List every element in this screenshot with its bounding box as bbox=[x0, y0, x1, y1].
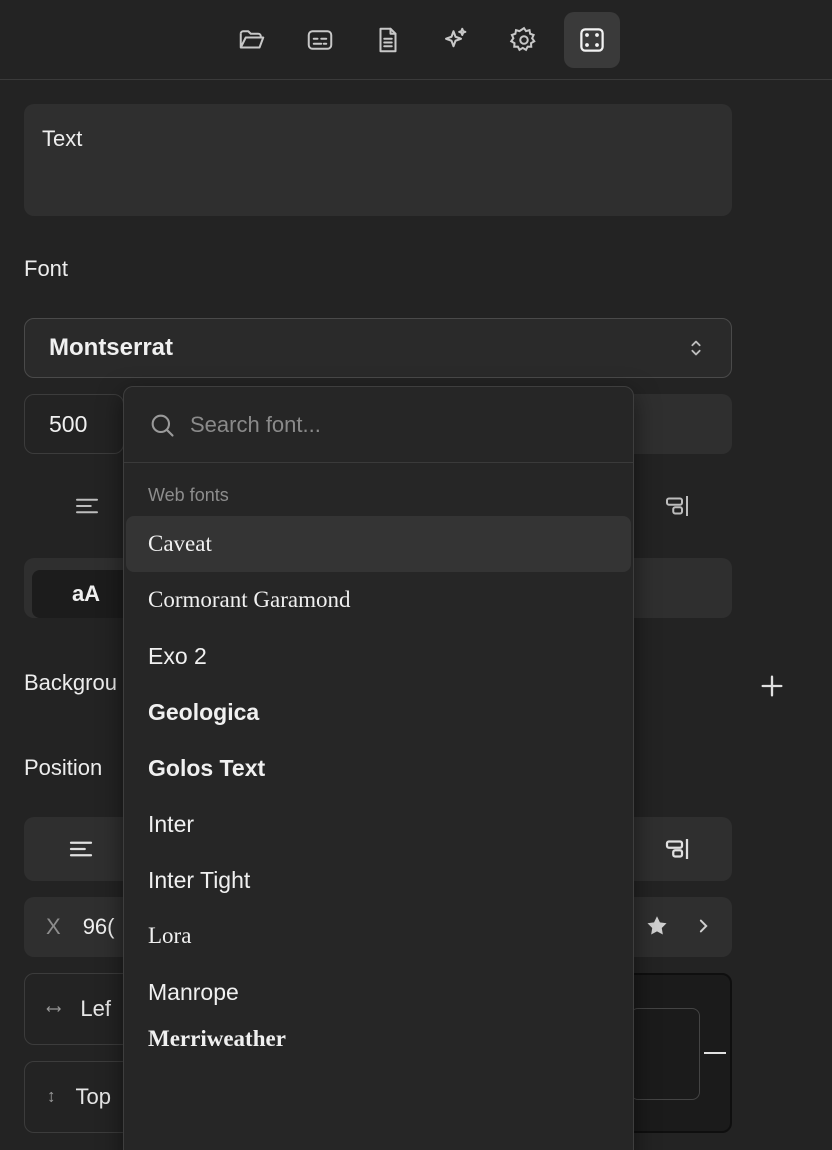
font-option-lora[interactable]: Lora bbox=[126, 908, 631, 964]
font-option-cormorant-garamond[interactable]: Cormorant Garamond bbox=[126, 572, 631, 628]
font-search-input[interactable] bbox=[190, 411, 570, 438]
preview-marker bbox=[704, 1052, 726, 1054]
folder-icon bbox=[239, 29, 265, 48]
text-content-field[interactable]: Text bbox=[24, 104, 732, 216]
text-content-value: Text bbox=[42, 126, 83, 151]
font-family-value: Montserrat bbox=[49, 334, 174, 361]
ai-sparkles-button[interactable] bbox=[428, 12, 484, 68]
subtitles-button[interactable] bbox=[292, 12, 348, 68]
font-option-golos-text[interactable]: Golos Text bbox=[126, 740, 631, 796]
gear-icon bbox=[509, 26, 536, 51]
chevron-right-icon[interactable] bbox=[690, 913, 716, 939]
font-option-caveat[interactable]: Caveat bbox=[126, 516, 631, 572]
chevron-updown-icon bbox=[691, 340, 701, 356]
preview-frame bbox=[630, 1008, 700, 1100]
align-left-icon[interactable] bbox=[72, 491, 102, 521]
left-label: Lef bbox=[80, 996, 111, 1021]
top-toolbar bbox=[0, 0, 832, 80]
sparkles-icon bbox=[445, 27, 467, 47]
font-option-geologica[interactable]: Geologica bbox=[126, 684, 631, 740]
font-group-label: Web fonts bbox=[148, 485, 229, 505]
vertical-arrows-icon bbox=[49, 1091, 54, 1103]
horizontal-arrows-icon bbox=[46, 1006, 61, 1012]
x-label: X bbox=[46, 914, 61, 939]
font-option-inter-tight[interactable]: Inter Tight bbox=[126, 852, 631, 908]
frame-button[interactable] bbox=[564, 11, 620, 68]
font-section-label: Font bbox=[24, 256, 69, 281]
font-option-manrope[interactable]: Manrope bbox=[126, 964, 631, 1020]
font-dropdown: Web fonts Caveat Cormorant Garamond Exo … bbox=[123, 386, 634, 1150]
document-icon bbox=[379, 27, 397, 52]
align-left-icon[interactable] bbox=[66, 834, 96, 864]
folder-button[interactable] bbox=[224, 12, 280, 68]
add-background-icon[interactable] bbox=[758, 672, 786, 700]
font-family-select[interactable]: Montserrat bbox=[24, 318, 732, 378]
background-section-label: Backgrou bbox=[24, 670, 117, 695]
align-right-box-icon[interactable] bbox=[662, 491, 692, 521]
search-icon bbox=[151, 414, 174, 437]
font-option-exo-2[interactable]: Exo 2 bbox=[126, 628, 631, 684]
frame-icon bbox=[580, 27, 604, 52]
font-weight-value: 500 bbox=[49, 410, 88, 437]
settings-button[interactable] bbox=[496, 12, 552, 68]
position-section-label: Position bbox=[24, 755, 103, 780]
document-button[interactable] bbox=[360, 12, 416, 68]
position-left-field[interactable]: Lef bbox=[24, 973, 132, 1045]
font-option-merriweather[interactable]: Merriweather bbox=[126, 1020, 631, 1056]
align-right-box-icon[interactable] bbox=[662, 834, 692, 864]
font-option-inter[interactable]: Inter bbox=[126, 796, 631, 852]
star-icon[interactable] bbox=[644, 913, 670, 939]
top-label: Top bbox=[75, 1084, 111, 1109]
position-top-field[interactable]: Top bbox=[24, 1061, 132, 1133]
x-value: 96( bbox=[82, 914, 115, 939]
subtitles-icon bbox=[307, 29, 333, 50]
font-weight-field[interactable]: 500 bbox=[24, 394, 124, 454]
font-search-bar bbox=[124, 387, 633, 463]
